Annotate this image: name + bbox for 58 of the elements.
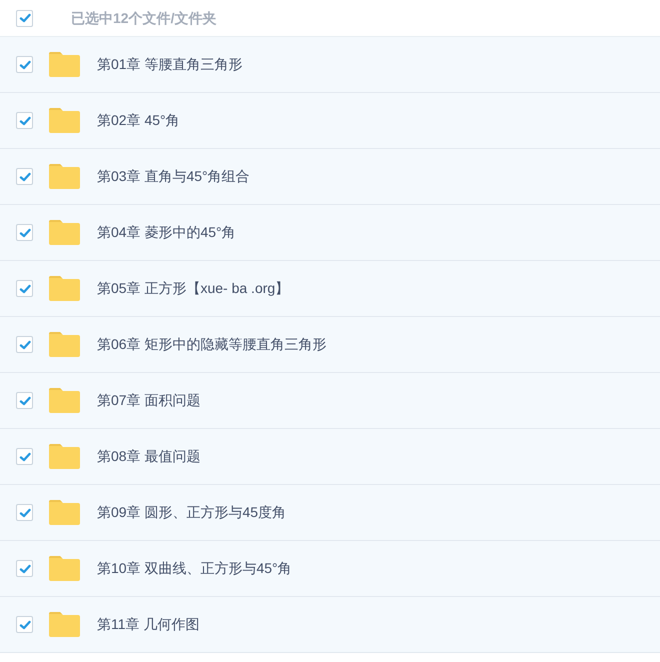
checkmark-icon xyxy=(18,282,30,294)
file-row[interactable]: 第03章 直角与45°角组合 xyxy=(0,149,660,205)
checkmark-icon xyxy=(18,506,30,518)
file-row[interactable]: 第04章 菱形中的45°角 xyxy=(0,205,660,261)
checkmark-icon xyxy=(18,226,30,238)
file-row[interactable]: 第10章 双曲线、正方形与45°角 xyxy=(0,541,660,597)
file-row[interactable]: 第05章 正方形【xue- ba .org】 xyxy=(0,261,660,317)
checkmark-icon xyxy=(18,12,30,24)
checkbox[interactable] xyxy=(16,56,33,73)
checkbox[interactable] xyxy=(16,392,33,409)
file-row[interactable]: 第02章 45°角 xyxy=(0,93,660,149)
folder-icon xyxy=(48,443,81,470)
checkbox[interactable] xyxy=(16,560,33,577)
checkmark-icon xyxy=(18,170,30,182)
checkmark-icon xyxy=(18,394,30,406)
folder-name: 第11章 几何作图 xyxy=(97,615,200,634)
checkmark-icon xyxy=(18,58,30,70)
file-row[interactable]: 第11章 几何作图 xyxy=(0,597,660,653)
checkbox[interactable] xyxy=(16,224,33,241)
checkmark-icon xyxy=(18,338,30,350)
checkbox[interactable] xyxy=(16,112,33,129)
selection-count: 已选中12个文件/文件夹 xyxy=(71,8,216,28)
folder-name: 第05章 正方形【xue- ba .org】 xyxy=(97,279,290,298)
folder-icon xyxy=(48,611,81,638)
folder-icon xyxy=(48,51,81,78)
folder-icon xyxy=(48,387,81,414)
folder-name: 第04章 菱形中的45°角 xyxy=(97,223,236,242)
folder-icon xyxy=(48,499,81,526)
checkbox[interactable] xyxy=(16,10,33,26)
file-row[interactable]: 第06章 矩形中的隐藏等腰直角三角形 xyxy=(0,317,660,373)
file-row[interactable]: 第07章 面积问题 xyxy=(0,373,660,429)
folder-icon xyxy=(48,219,81,246)
folder-name: 第09章 圆形、正方形与45度角 xyxy=(97,503,286,522)
file-row[interactable]: 第01章 等腰直角三角形 xyxy=(0,37,660,93)
folder-name: 第06章 矩形中的隐藏等腰直角三角形 xyxy=(97,335,326,354)
folder-name: 第10章 双曲线、正方形与45°角 xyxy=(97,559,292,578)
checkbox[interactable] xyxy=(16,280,33,297)
folder-icon xyxy=(48,555,81,582)
folder-name: 第07章 面积问题 xyxy=(97,391,200,410)
checkmark-icon xyxy=(18,450,30,462)
checkmark-icon xyxy=(18,114,30,126)
checkbox[interactable] xyxy=(16,504,33,521)
checkbox[interactable] xyxy=(16,448,33,465)
folder-name: 第02章 45°角 xyxy=(97,111,180,130)
folder-name: 第03章 直角与45°角组合 xyxy=(97,167,250,186)
checkbox[interactable] xyxy=(16,336,33,353)
folder-icon xyxy=(48,107,81,134)
folder-name: 第08章 最值问题 xyxy=(97,447,200,466)
checkmark-icon xyxy=(18,618,30,630)
checkmark-icon xyxy=(18,562,30,574)
file-row[interactable]: 第08章 最值问题 xyxy=(0,429,660,485)
folder-name: 第01章 等腰直角三角形 xyxy=(97,55,242,74)
folder-icon xyxy=(48,163,81,190)
file-row[interactable]: 第09章 圆形、正方形与45度角 xyxy=(0,485,660,541)
checkbox[interactable] xyxy=(16,616,33,633)
folder-icon xyxy=(48,331,81,358)
folder-icon xyxy=(48,275,81,302)
checkbox[interactable] xyxy=(16,168,33,185)
